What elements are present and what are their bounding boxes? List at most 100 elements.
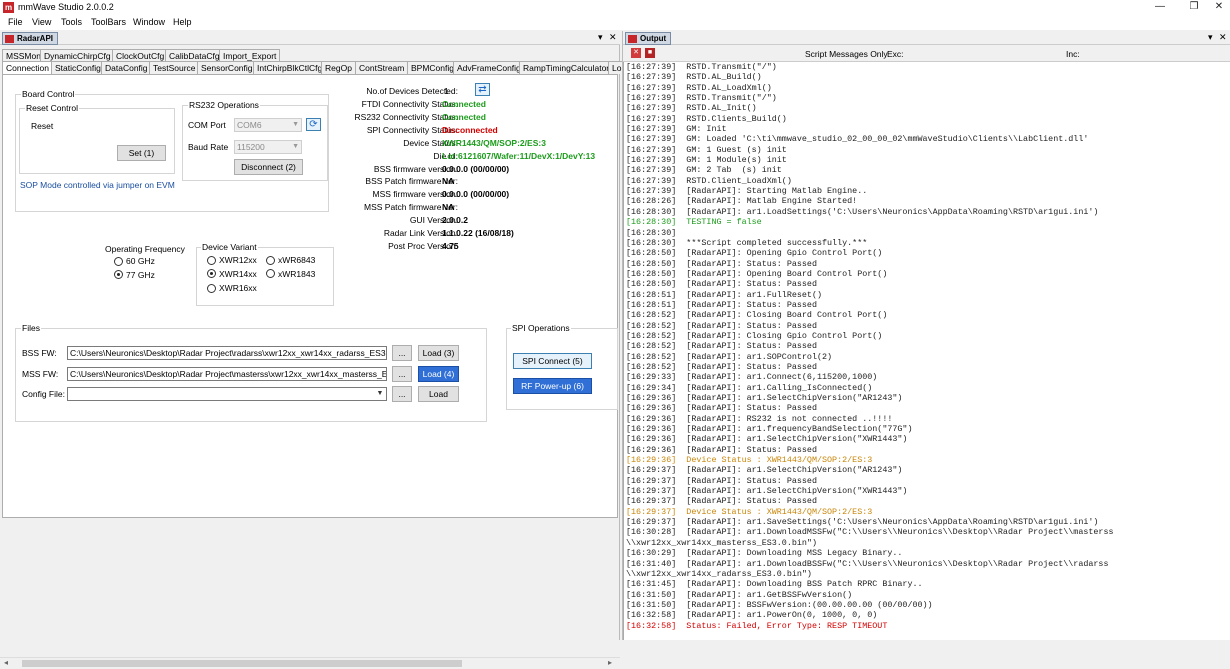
scroll-right-icon[interactable]: ▸ — [608, 658, 612, 667]
console-line: [16:28:51] [RadarAPI]: ar1.FullReset() — [626, 289, 823, 300]
close-window-button[interactable]: ✕ — [1205, 0, 1230, 15]
radio-xwr14xx[interactable] — [207, 269, 216, 278]
disconnect-button[interactable]: Disconnect (2) — [234, 159, 303, 175]
mss-fw-load-button[interactable]: Load (4) — [418, 366, 459, 382]
tab-testsource[interactable]: TestSource — [149, 61, 200, 74]
tab-dataconfig[interactable]: DataConfig — [101, 61, 152, 74]
panel-close-icon[interactable]: ✕ — [609, 32, 617, 43]
console-line: [16:28:51] [RadarAPI]: Status: Passed — [626, 299, 817, 310]
baud-rate-value: 115200 — [237, 142, 265, 152]
rs232-operations-group: RS232 Operations COM Port COM6 ▼ ⟳ Baud R… — [182, 100, 328, 181]
output-doc-tab[interactable]: Output — [625, 32, 672, 45]
console-line: [16:27:39] GM: Loaded 'C:\ti\mmwave_stud… — [626, 134, 1089, 145]
tab-sensorconfig[interactable]: SensorConfig — [197, 61, 257, 74]
spi-operations-title: SPI Operations — [511, 323, 571, 333]
baud-rate-select[interactable]: 115200 ▼ — [234, 140, 302, 154]
config-file-select[interactable]: ▼ — [67, 387, 387, 401]
radio-60ghz[interactable] — [114, 257, 123, 266]
bss-fw-load-button[interactable]: Load (3) — [418, 345, 459, 361]
console-line: [16:27:39] GM: Init — [626, 124, 727, 135]
menu-tools[interactable]: Tools — [61, 17, 82, 27]
radarapi-doc-tab[interactable]: RadarAPI — [2, 32, 59, 45]
console-line: [16:30:28] [RadarAPI]: ar1.DownloadMSSFw… — [626, 527, 1114, 538]
console-line: [16:28:26] [RadarAPI]: Matlab Engine Sta… — [626, 196, 858, 207]
console-line: [16:28:52] [RadarAPI]: Closing Board Con… — [626, 310, 888, 321]
label-xwr12xx: XWR12xx — [219, 255, 257, 265]
files-group: Files BSS FW: C:\Users\Neuronics\Desktop… — [15, 323, 487, 422]
refresh-com-ports-icon[interactable]: ⟳ — [306, 118, 321, 131]
tab-bpmconfig[interactable]: BPMConfig — [407, 61, 458, 74]
tab-staticconfig[interactable]: StaticConfig — [51, 61, 105, 74]
menu-window[interactable]: Window — [133, 17, 165, 27]
tab-advframeconfig[interactable]: AdvFrameConfig — [453, 61, 525, 74]
output-console[interactable]: [16:27:39] RSTD.Transmit("/") [16:27:39] … — [623, 62, 1230, 640]
tab-connection[interactable]: Connection — [2, 61, 54, 75]
device-variant-title: Device Variant — [201, 242, 258, 252]
console-line: [16:29:37] [RadarAPI]: Status: Passed — [626, 475, 817, 486]
tab-contstream[interactable]: ContStream — [355, 61, 409, 74]
minimize-button[interactable]: — — [1146, 0, 1174, 15]
radio-xwr6843[interactable] — [266, 256, 275, 265]
menu-file[interactable]: File — [8, 17, 23, 27]
reset-label: Reset — [31, 121, 54, 131]
radio-xwr16xx[interactable] — [207, 284, 216, 293]
rs232-operations-title: RS232 Operations — [188, 100, 260, 110]
label-xwr6843: xWR6843 — [278, 255, 316, 265]
scrollbar-thumb[interactable] — [22, 660, 462, 667]
console-line: [16:27:39] RSTD.AL_LoadXml() — [626, 82, 772, 93]
status-value: Connected — [442, 111, 486, 122]
output-close-icon[interactable]: ✕ — [1219, 32, 1227, 43]
radio-xwr1843[interactable] — [266, 269, 275, 278]
console-line: [16:27:39] GM: 2 Tab (s) init — [626, 165, 782, 176]
rf-powerup-button[interactable]: RF Power-up (6) — [513, 378, 592, 394]
chevron-down-icon: ▼ — [292, 121, 299, 128]
clear-output-icon[interactable]: ✕ — [631, 48, 641, 58]
menu-help[interactable]: Help — [173, 17, 192, 27]
radarapi-icon — [5, 35, 14, 43]
com-port-value: COM6 — [237, 120, 262, 130]
restore-button[interactable]: ❐ — [1180, 0, 1208, 15]
radarapi-tab-label: RadarAPI — [17, 34, 54, 43]
console-line: [16:28:50] [RadarAPI]: Status: Passed — [626, 279, 817, 290]
mss-fw-label: MSS FW: — [22, 369, 59, 379]
exc-label: Exc: — [887, 49, 904, 59]
panel-dropdown-icon[interactable]: ▾ — [598, 32, 603, 43]
console-line: [16:29:37] [RadarAPI]: ar1.SelectChipVer… — [626, 465, 903, 476]
com-port-select[interactable]: COM6 ▼ — [234, 118, 302, 132]
config-file-label: Config File: — [22, 389, 65, 399]
scroll-left-icon[interactable]: ◂ — [4, 658, 8, 667]
config-file-load-button[interactable]: Load — [418, 386, 459, 402]
refresh-devices-icon[interactable]: ⇄ — [475, 83, 490, 96]
radio-xwr12xx[interactable] — [207, 256, 216, 265]
menu-toolbars[interactable]: ToolBars — [91, 17, 126, 27]
set-button[interactable]: Set (1) — [117, 145, 166, 161]
console-line: [16:31:50] [RadarAPI]: BSSFwVersion:(00.… — [626, 599, 933, 610]
tab-regop[interactable]: RegOp — [321, 61, 356, 74]
output-panel: Output ▾ ✕ ✕ ■ Script Messages Only Exc:… — [622, 31, 1230, 640]
operating-frequency-title: Operating Frequency — [105, 244, 185, 254]
script-messages-only-toggle[interactable]: Script Messages Only — [805, 49, 888, 59]
console-line: [16:29:33] [RadarAPI]: ar1.Connect(6,115… — [626, 372, 878, 383]
tab-intchirpblkctlcfg[interactable]: IntChirpBlkCtlCfg — [253, 61, 327, 74]
console-line: [16:28:30] [RadarAPI]: ar1.LoadSettings(… — [626, 206, 1099, 217]
mss-fw-path-field[interactable]: C:\Users\Neuronics\Desktop\Radar Project… — [67, 367, 387, 381]
horizontal-scrollbar[interactable]: ◂ ▸ — [0, 657, 620, 669]
device-variant-group: Device Variant XWR12xx xWR6843 XWR14xx x… — [196, 242, 334, 306]
console-line: [16:27:39] RSTD.AL_Init() — [626, 103, 757, 114]
label-60ghz: 60 GHz — [126, 256, 155, 266]
bss-fw-path-field[interactable]: C:\Users\Neuronics\Desktop\Radar Project… — [67, 346, 387, 360]
reset-control-group: Reset Control Reset Set (1) — [19, 103, 175, 174]
spi-connect-button[interactable]: SPI Connect (5) — [513, 353, 592, 369]
stop-script-icon[interactable]: ■ — [645, 48, 655, 58]
config-file-browse-button[interactable]: ... — [392, 386, 412, 402]
console-line: [16:29:37] [RadarAPI]: Status: Passed — [626, 496, 817, 507]
output-dropdown-icon[interactable]: ▾ — [1208, 32, 1213, 43]
console-line: [16:28:30] — [626, 227, 677, 238]
radio-77ghz[interactable] — [114, 270, 123, 279]
bss-fw-browse-button[interactable]: ... — [392, 345, 412, 361]
console-line: [16:29:36] [RadarAPI]: Status: Passed — [626, 403, 817, 414]
menu-view[interactable]: View — [32, 17, 51, 27]
status-value: 0.0.0.0 (00/00/00) — [442, 163, 510, 174]
mss-fw-browse-button[interactable]: ... — [392, 366, 412, 382]
tab-ramptimingcalculator[interactable]: RampTimingCalculator — [519, 61, 614, 74]
